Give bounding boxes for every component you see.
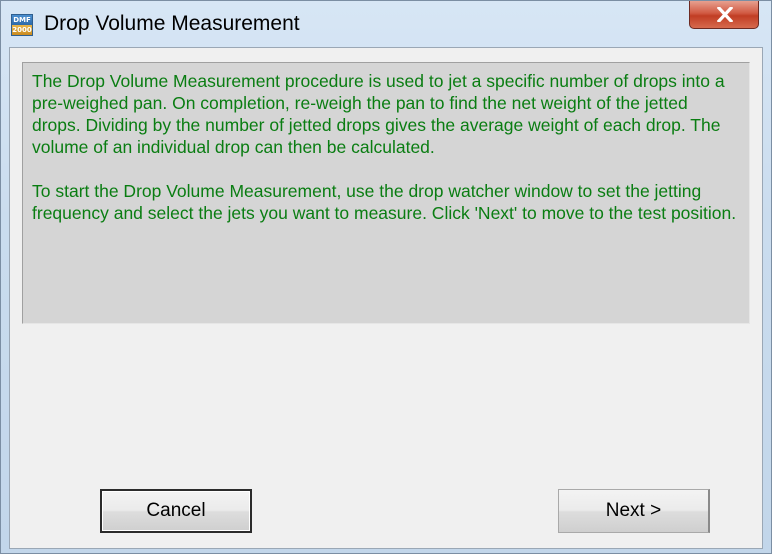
app-icon: DMF 2000: [11, 14, 33, 36]
app-icon-text-top: DMF: [13, 16, 31, 24]
app-icon-text-bottom: 2000: [12, 26, 32, 34]
close-icon: [717, 7, 733, 22]
dialog-content: The Drop Volume Measurement procedure is…: [9, 47, 763, 549]
instructions-paragraph-1: The Drop Volume Measurement procedure is…: [32, 71, 725, 157]
close-button[interactable]: [689, 1, 759, 29]
cancel-button[interactable]: Cancel: [100, 489, 252, 533]
title-bar[interactable]: DMF 2000 Drop Volume Measurement: [1, 1, 771, 47]
instructions-panel: The Drop Volume Measurement procedure is…: [22, 62, 750, 324]
window-title: Drop Volume Measurement: [44, 12, 300, 35]
instructions-paragraph-2: To start the Drop Volume Measurement, us…: [32, 181, 737, 223]
dialog-window: DMF 2000 Drop Volume Measurement The Dro…: [0, 0, 772, 554]
next-button[interactable]: Next >: [558, 489, 710, 533]
